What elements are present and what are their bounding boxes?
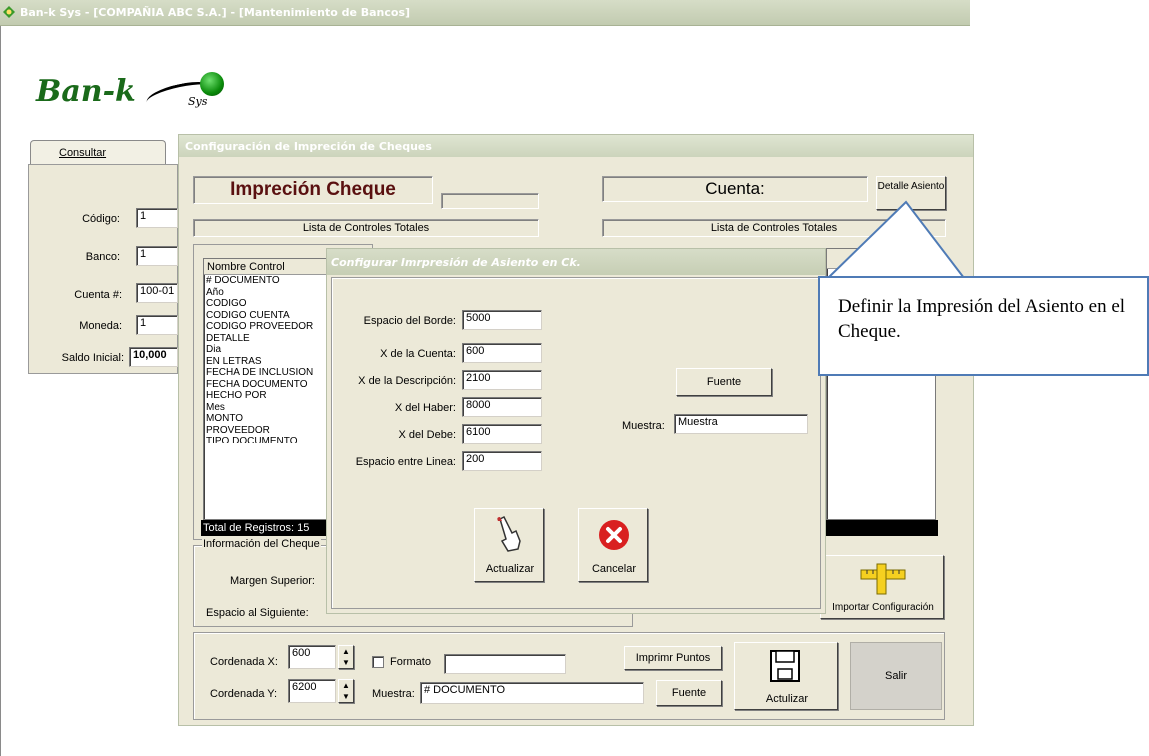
x-cuenta-label: X de la Cuenta: (380, 348, 456, 360)
actualizar-label: Actulizar (765, 693, 809, 705)
muestra-input[interactable]: # DOCUMENTO (420, 682, 644, 704)
config-title-bar: Configuración de Impreción de Cheques (179, 135, 973, 157)
dialog-muestra-input[interactable]: Muestra (674, 414, 808, 434)
espacio-siguiente-label: Espacio al Siguiente: (206, 607, 309, 619)
dialog-muestra-label: Muestra: (622, 420, 665, 432)
callout-text: Definir la Impresión del Asiento en el C… (838, 296, 1126, 342)
muestra-label: Muestra: (372, 688, 415, 700)
logo-text: Ban-k (36, 74, 136, 109)
logo-ball (200, 72, 224, 96)
list-item[interactable]: CODIGO PROVEEDOR (204, 321, 328, 333)
codigo-label: Código: (82, 213, 120, 225)
controls-list[interactable]: Nombre Control # DOCUMENTO Año CODIGO CO… (203, 258, 329, 520)
list-item[interactable]: Dia (204, 344, 328, 356)
moneda-field[interactable]: 1 (136, 315, 178, 335)
x-cuenta-input[interactable]: 600 (462, 343, 542, 363)
saldo-field[interactable]: 10,000 (129, 347, 178, 367)
actualizar-button[interactable]: Actulizar (734, 642, 838, 710)
espacio-linea-input[interactable]: 200 (462, 451, 542, 471)
espacio-borde-input[interactable]: 5000 (462, 310, 542, 330)
list-item[interactable]: FECHA DOCUMENTO (204, 379, 328, 391)
x-descripcion-input[interactable]: 2100 (462, 370, 542, 390)
x-haber-input[interactable]: 8000 (462, 397, 542, 417)
fuente-button[interactable]: Fuente (656, 680, 722, 706)
formato-checkbox[interactable] (372, 656, 384, 668)
importar-label: Importar Configuración (832, 602, 934, 613)
margen-superior-label: Margen Superior: (230, 575, 315, 587)
list-item[interactable]: EN LETRAS (204, 356, 328, 368)
list-item[interactable]: # DOCUMENTO (204, 275, 328, 287)
list-item[interactable]: MONTO (204, 413, 328, 425)
x-debe-label: X del Debe: (398, 429, 456, 441)
x-descripcion-label: X de la Descripción: (358, 375, 456, 387)
dialog-actualizar-button[interactable]: Actualizar (474, 508, 544, 582)
ruler-icon (860, 563, 906, 595)
list-item[interactable]: DETALLE (204, 333, 328, 345)
dialog-cancelar-label: Cancelar (591, 563, 637, 575)
list-item[interactable]: Año (204, 287, 328, 299)
espacio-borde-label: Espacio del Borde: (363, 315, 456, 327)
coord-x-input[interactable]: 600 (288, 645, 336, 669)
dialog-cancelar-button[interactable]: Cancelar (578, 508, 648, 582)
importar-configuracion-button[interactable]: Importar Configuración (820, 555, 944, 619)
coord-y-label: Cordenada Y: (210, 688, 278, 700)
coord-y-input[interactable]: 6200 (288, 679, 336, 703)
codigo-field[interactable]: 1 (136, 208, 178, 228)
list-item[interactable]: HECHO POR (204, 390, 328, 402)
title-bar: Ban-k Sys - [COMPAÑIA ABC S.A.] - [Mante… (0, 0, 970, 26)
list-item[interactable]: PROVEEDOR (204, 425, 328, 437)
right-total-bar (826, 520, 938, 536)
salir-button[interactable]: Salir (850, 642, 942, 710)
dialog-fuente-button[interactable]: Fuente (676, 368, 772, 396)
floppy-disk-icon (770, 650, 800, 682)
list-header: Nombre Control (204, 259, 328, 275)
list-item[interactable]: CODIGO CUENTA (204, 310, 328, 322)
espacio-linea-label: Espacio entre Linea: (355, 456, 456, 468)
logo: Ban-k Sys (36, 66, 246, 126)
banco-field[interactable]: 1 (136, 246, 178, 266)
cuenta-label: Cuenta #: (74, 289, 122, 301)
left-panel (28, 164, 178, 374)
dialog-title: Configurar Imrpresión de Asiento en Ck. (331, 256, 581, 269)
app-icon (3, 6, 15, 18)
tab-label: Consultar (59, 147, 107, 159)
cuenta-field[interactable]: 100-01 (136, 283, 178, 303)
list-item[interactable]: Mes (204, 402, 328, 414)
dialog-title-bar: Configurar Imrpresión de Asiento en Ck. (327, 249, 825, 275)
banco-label: Banco: (85, 251, 120, 263)
hand-pointer-icon (497, 515, 521, 552)
coord-x-spinner[interactable]: ▲ ▼ (338, 645, 354, 669)
cancel-x-icon (599, 520, 629, 550)
info-cheque-legend: Información del Cheque (202, 538, 321, 550)
heading-aux-box (441, 193, 539, 209)
dialog-actualizar-label: Actualizar (485, 563, 535, 575)
coord-y-spinner[interactable]: ▲ ▼ (338, 679, 354, 703)
formato-input[interactable] (444, 654, 566, 674)
coord-x-label: Cordenada X: (210, 656, 278, 668)
callout-pointer (827, 200, 965, 280)
x-debe-input[interactable]: 6100 (462, 424, 542, 444)
list-item[interactable]: TIPO DOCUMENTO (204, 436, 328, 443)
list-item[interactable]: CODIGO (204, 298, 328, 310)
saldo-label: Saldo Inicial: (61, 352, 124, 364)
total-records: Total de Registros: 15 (201, 520, 329, 536)
tab-consultar[interactable]: Consultar (30, 140, 166, 164)
imprimir-puntos-button[interactable]: Imprimr Puntos (624, 646, 722, 670)
list-title-left: Lista de Controles Totales (193, 219, 539, 237)
formato-label: Formato (390, 656, 431, 668)
window-title: Ban-k Sys - [COMPAÑIA ABC S.A.] - [Mante… (20, 6, 411, 19)
x-haber-label: X del Haber: (394, 402, 456, 414)
callout-box: Definir la Impresión del Asiento en el C… (818, 276, 1149, 376)
moneda-label: Moneda: (79, 320, 122, 332)
config-title: Configuración de Impreción de Cheques (185, 140, 432, 153)
list-item[interactable]: FECHA DE INCLUSION (204, 367, 328, 379)
logo-sub: Sys (188, 95, 208, 108)
impresion-heading: Impreción Cheque (193, 176, 433, 204)
